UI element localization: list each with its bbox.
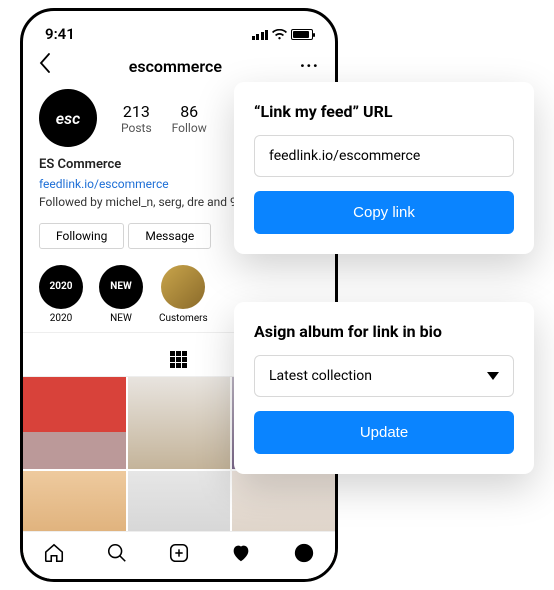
highlight-item[interactable]: 2020 2020: [39, 265, 83, 324]
add-post-icon[interactable]: [168, 542, 190, 569]
signal-icon: [252, 29, 269, 40]
back-icon[interactable]: [39, 53, 51, 79]
stat-posts[interactable]: 213 Posts: [121, 102, 152, 135]
card-title: Asign album for link in bio: [254, 322, 514, 341]
profile-icon[interactable]: [293, 542, 315, 569]
status-icons: [252, 29, 314, 40]
highlight-item[interactable]: NEW NEW: [99, 265, 143, 324]
profile-title: escommerce: [129, 57, 222, 76]
copy-link-card: “Link my feed” URL feedlink.io/escommerc…: [234, 82, 534, 254]
more-icon[interactable]: ···: [300, 56, 319, 77]
tab-grid[interactable]: [127, 333, 231, 376]
stat-followers[interactable]: 86 Follow: [172, 102, 207, 135]
search-icon[interactable]: [106, 542, 128, 569]
following-button[interactable]: Following: [39, 223, 124, 249]
wifi-icon: [272, 29, 287, 40]
feed-thumbnail[interactable]: [128, 377, 231, 469]
highlight-item[interactable]: Customers: [159, 265, 208, 324]
heart-icon[interactable]: [230, 542, 252, 569]
card-title: “Link my feed” URL: [254, 102, 514, 121]
message-button[interactable]: Message: [128, 223, 211, 249]
status-bar: 9:41: [23, 11, 335, 49]
bottom-nav: [23, 531, 335, 579]
chevron-down-icon: [487, 372, 499, 380]
album-select[interactable]: Latest collection: [254, 355, 514, 397]
copy-link-button[interactable]: Copy link: [254, 191, 514, 234]
grid-icon: [170, 351, 187, 368]
assign-album-card: Asign album for link in bio Latest colle…: [234, 302, 534, 474]
feed-thumbnail[interactable]: [23, 377, 126, 469]
url-input[interactable]: feedlink.io/escommerce: [254, 135, 514, 177]
update-button[interactable]: Update: [254, 411, 514, 454]
clock: 9:41: [45, 25, 75, 43]
profile-avatar[interactable]: esc: [39, 89, 97, 147]
home-icon[interactable]: [43, 542, 65, 569]
battery-icon: [291, 29, 313, 40]
